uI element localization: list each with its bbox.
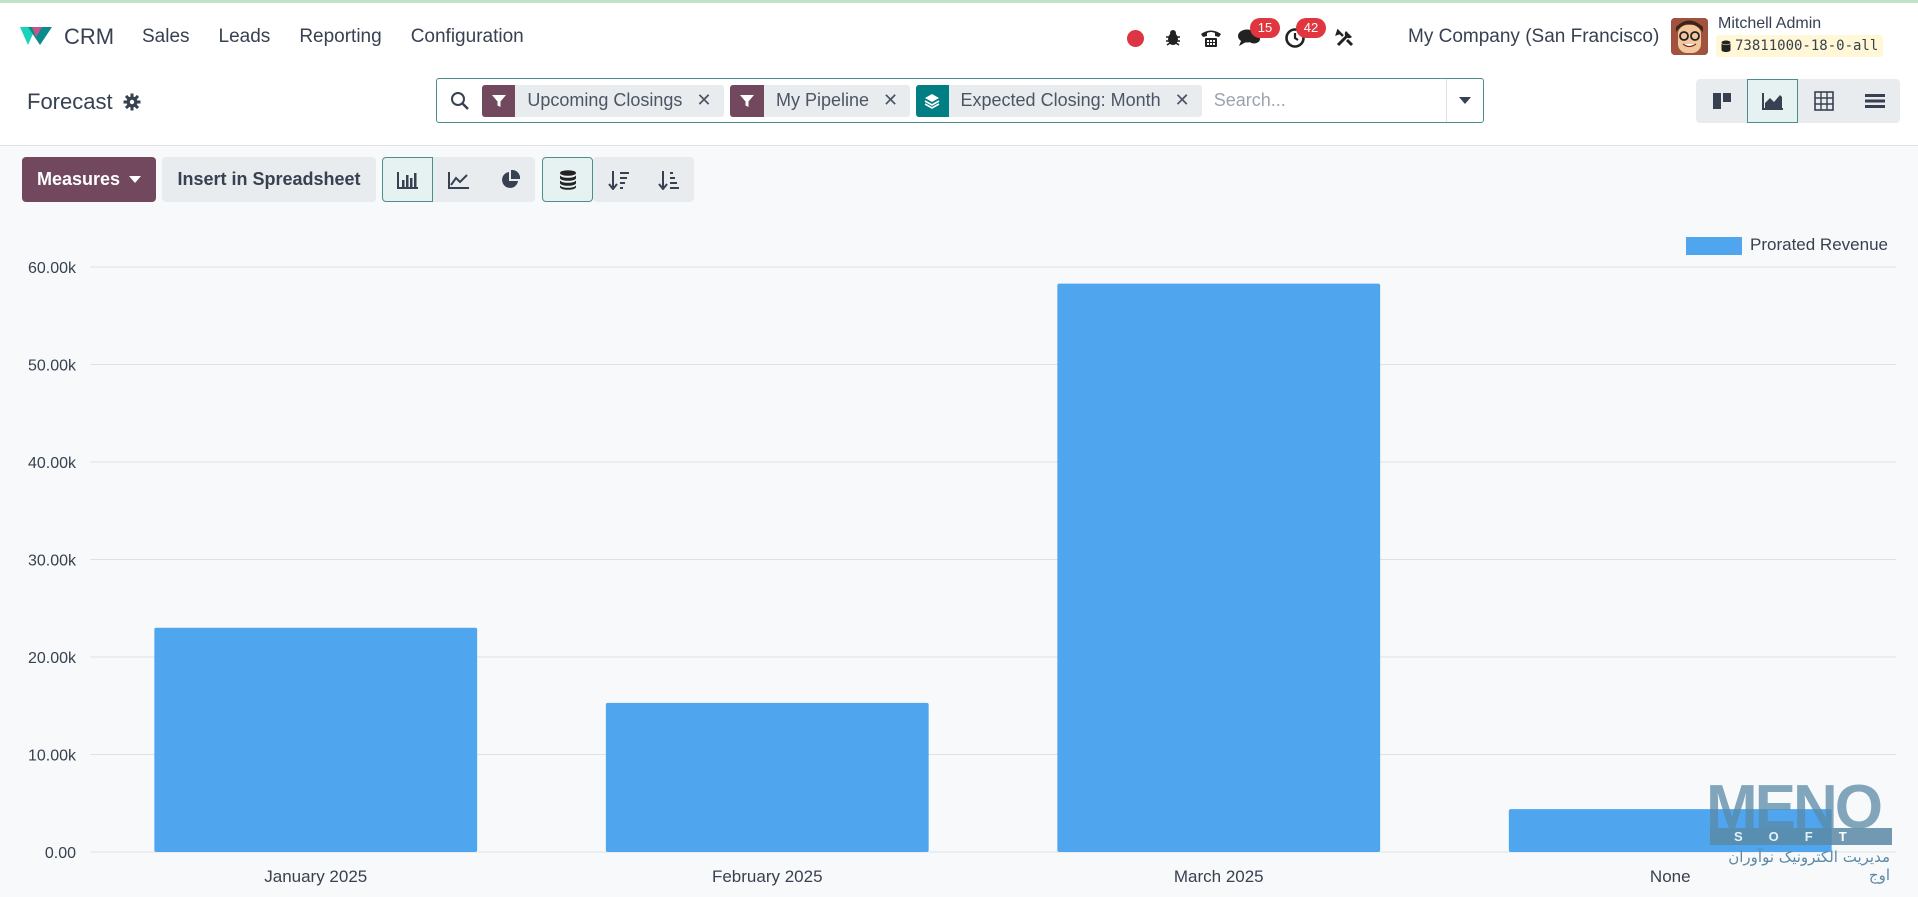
phone-icon[interactable]: [1194, 21, 1228, 55]
chat-icon[interactable]: 15: [1232, 18, 1280, 55]
pie-chart-icon[interactable]: [484, 157, 535, 202]
bar[interactable]: [605, 702, 929, 852]
x-tick-label: February 2025: [712, 867, 823, 886]
y-tick-label: 0.00: [45, 845, 76, 862]
facet-label: Upcoming Closings: [527, 90, 683, 110]
sort-ascending-icon[interactable]: [643, 157, 694, 202]
search-options-chevron-down-icon[interactable]: [1445, 79, 1483, 122]
chat-badge: 15: [1250, 18, 1280, 38]
remove-facet-close-icon[interactable]: ✕: [879, 90, 910, 111]
bar[interactable]: [154, 627, 478, 852]
remove-facet-close-icon[interactable]: ✕: [1171, 90, 1202, 111]
menu-configuration[interactable]: Configuration: [411, 26, 524, 48]
database-name: 73811000-18-0-all: [1735, 38, 1879, 54]
watermark-persian-text: مدیریت الکترونیک نوآوران اوج: [1728, 848, 1890, 884]
legend-swatch[interactable]: [1686, 237, 1742, 255]
layers-icon: [916, 84, 949, 117]
graph-view-icon[interactable]: [1747, 79, 1798, 123]
filter-icon: [482, 84, 516, 117]
sort-descending-icon[interactable]: [593, 157, 644, 202]
user-avatar[interactable]: [1671, 18, 1708, 55]
tools-icon[interactable]: [1328, 21, 1362, 55]
top-menu: Sales Leads Reporting Configuration: [142, 26, 553, 48]
menu-reporting[interactable]: Reporting: [299, 26, 381, 48]
remove-facet-close-icon[interactable]: ✕: [692, 90, 723, 111]
facet-label: My Pipeline: [775, 90, 870, 110]
bar[interactable]: [1057, 283, 1381, 852]
y-tick-label: 20.00k: [28, 650, 77, 667]
bar-chart-icon[interactable]: [382, 157, 433, 202]
facet-label: Expected Closing: Month: [960, 90, 1161, 110]
kanban-view-icon[interactable]: [1696, 79, 1747, 123]
page-title: Forecast: [27, 89, 113, 114]
facet-groupby-expected-closing: Expected Closing: Month ✕: [916, 84, 1202, 117]
breadcrumb: Forecast: [27, 89, 141, 115]
bug-icon[interactable]: [1156, 21, 1190, 55]
facet-filter-upcoming-closings: Upcoming Closings ✕: [482, 84, 724, 117]
measures-label: Measures: [36, 169, 121, 189]
stacked-database-icon[interactable]: [542, 157, 593, 202]
gear-icon[interactable]: [123, 93, 141, 111]
activity-clock-icon[interactable]: 42: [1278, 18, 1326, 55]
main-navbar: CRM Sales Leads Reporting Configuration …: [0, 3, 1918, 69]
app-name[interactable]: CRM: [64, 24, 114, 50]
company-switcher[interactable]: My Company (San Francisco): [1408, 26, 1659, 48]
menu-sales[interactable]: Sales: [142, 26, 190, 48]
activity-badge: 42: [1296, 18, 1326, 38]
database-tag: 73811000-18-0-all: [1716, 35, 1884, 57]
filter-icon: [729, 84, 764, 117]
facet-filter-my-pipeline: My Pipeline ✕: [729, 84, 911, 117]
legend-label[interactable]: Prorated Revenue: [1750, 235, 1888, 255]
list-view-icon[interactable]: [1849, 79, 1900, 123]
menosoft-watermark-logo: MENO SOFT مدیریت الکترونیک نوآوران اوج: [1706, 772, 1892, 884]
revenue-bar-chart: 0.00 10.00k 20.00k 30.00k 40.00k 50.00k 60.00k…: [28, 260, 1896, 886]
view-switcher: [1696, 79, 1900, 123]
control-panel: Forecast Upcoming Closings ✕ My Pipeline…: [0, 69, 1918, 146]
y-tick-label: 60.00k: [28, 260, 77, 277]
insert-in-spreadsheet-button[interactable]: Insert in Spreadsheet: [162, 157, 376, 202]
line-chart-icon[interactable]: [433, 157, 484, 202]
x-tick-label: None: [1650, 867, 1691, 886]
y-tick-label: 30.00k: [28, 553, 77, 570]
y-tick-label: 10.00k: [28, 748, 77, 765]
y-tick-label: 40.00k: [28, 455, 77, 472]
database-icon: [1721, 40, 1731, 52]
search-icon[interactable]: [437, 79, 482, 122]
menu-leads[interactable]: Leads: [219, 26, 271, 48]
x-tick-label: January 2025: [264, 867, 367, 886]
user-name[interactable]: Mitchell Admin: [1718, 15, 1821, 33]
caret-down-icon: [129, 175, 142, 183]
record-icon[interactable]: [1118, 21, 1152, 55]
measures-button[interactable]: Measures: [22, 157, 156, 202]
y-tick-label: 50.00k: [28, 358, 77, 375]
pivot-view-icon[interactable]: [1798, 79, 1849, 123]
crm-logo-icon[interactable]: [18, 24, 54, 48]
search-input[interactable]: [1207, 79, 1446, 122]
watermark-sub: SOFT: [1710, 828, 1892, 845]
x-tick-label: March 2025: [1174, 867, 1264, 886]
search-bar: Upcoming Closings ✕ My Pipeline ✕ Expect…: [436, 78, 1484, 123]
